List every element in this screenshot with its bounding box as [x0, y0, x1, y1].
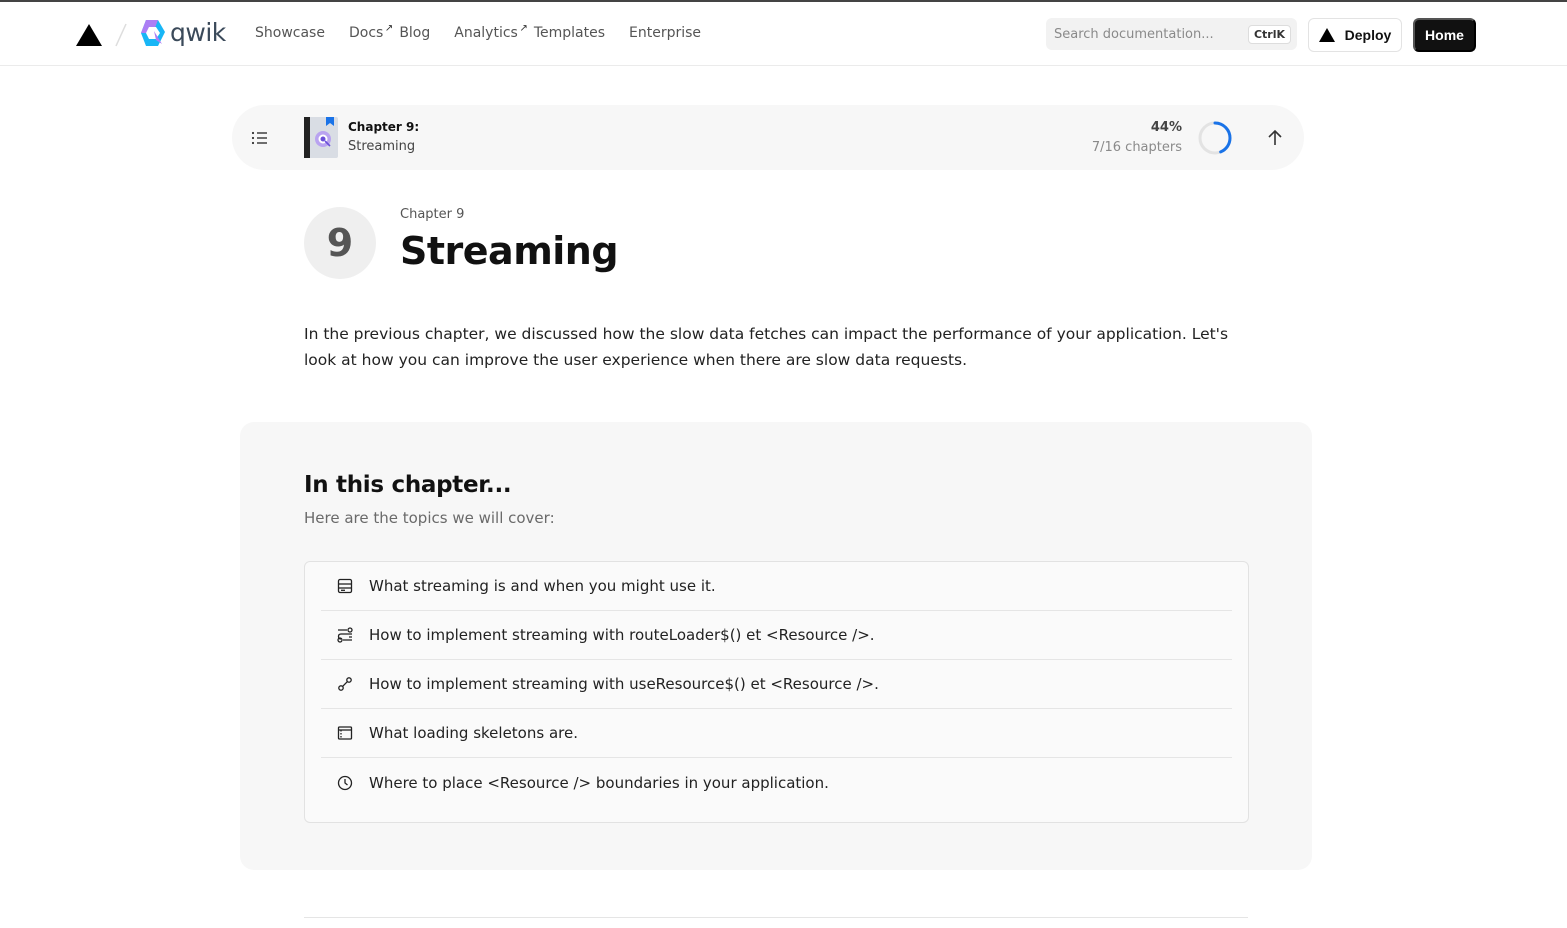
server-icon: [337, 578, 353, 594]
nav-label: Analytics: [454, 25, 518, 41]
route-icon: [337, 627, 353, 643]
external-link-icon: ↗: [519, 23, 528, 34]
nav-label: Docs: [348, 25, 384, 41]
clock-icon: [337, 775, 353, 790]
chapter-number: 9: [326, 221, 354, 265]
nav-label: Templates: [533, 25, 606, 41]
card-title: In this chapter...: [304, 472, 512, 498]
list-item: How to implement streaming with routeLoa…: [321, 611, 1232, 660]
deploy-label: Deploy: [1344, 27, 1392, 43]
list-item: What loading skeletons are.: [321, 709, 1232, 758]
nav-analytics[interactable]: Analytics ↗: [454, 22, 528, 44]
topics-list: What streaming is and when you might use…: [304, 561, 1249, 823]
topic-text: Where to place <Resource /> boundaries i…: [369, 773, 829, 792]
topic-text: What streaming is and when you might use…: [369, 577, 716, 595]
intro-paragraph: In the previous chapter, we discussed ho…: [304, 325, 1229, 369]
chapter-name: Streaming: [348, 139, 416, 154]
home-button[interactable]: Home: [1413, 18, 1476, 52]
vercel-triangle-icon: [1318, 28, 1335, 42]
chapter-label: Chapter 9:: [348, 120, 420, 134]
chapter-eyebrow: Chapter 9: [400, 207, 465, 222]
topic-text: How to implement streaming with useResou…: [369, 675, 879, 693]
progress-ring: [1198, 121, 1232, 155]
nav-showcase[interactable]: Showcase: [255, 22, 325, 44]
nav-label: Showcase: [255, 25, 325, 41]
divider: [304, 917, 1248, 918]
chapter-progress-bar: Chapter 9: Streaming 44% 7/16 chapters: [232, 105, 1304, 170]
course-book-icon: [304, 117, 338, 158]
list-item: Where to place <Resource /> boundaries i…: [321, 758, 1232, 807]
page-title: Streaming: [400, 229, 619, 273]
main-nav: Showcase Docs ↗ Blog Analytics ↗ Templates…: [255, 22, 725, 44]
topic-text: What loading skeletons are.: [369, 724, 578, 742]
list-item: What streaming is and when you might use…: [321, 562, 1232, 611]
qwik-logo-icon: [141, 19, 165, 46]
progress-percent: 44%: [1150, 120, 1182, 135]
deploy-button[interactable]: Deploy: [1308, 18, 1402, 52]
nav-templates[interactable]: Templates: [534, 22, 605, 44]
search-shortcut-badge: CtrlK: [1247, 25, 1291, 44]
search-input[interactable]: [1054, 24, 1244, 44]
nav-docs[interactable]: Docs ↗: [348, 22, 393, 44]
nav-label: Blog: [399, 25, 431, 41]
nav-enterprise[interactable]: Enterprise: [629, 22, 701, 44]
search-box[interactable]: CtrlK: [1046, 18, 1297, 50]
topic-text: How to implement streaming with routeLoa…: [369, 626, 875, 644]
scroll-to-top-icon[interactable]: [1265, 128, 1285, 148]
external-link-icon: ↗: [384, 23, 394, 34]
qwik-wordmark: qwik: [170, 18, 226, 47]
link-icon: [338, 677, 352, 691]
breadcrumb-slash: [115, 23, 127, 47]
site-header: qwik Showcase Docs ↗ Blog Analytics ↗ Temp…: [0, 2, 1567, 66]
nav-label: Enterprise: [629, 25, 702, 41]
nav-blog[interactable]: Blog: [399, 22, 430, 44]
list-item: How to implement streaming with useResou…: [321, 660, 1232, 709]
window-icon: [337, 726, 353, 740]
home-label: Home: [1425, 27, 1464, 43]
list-menu-icon[interactable]: [251, 129, 269, 147]
chapters-count: 7/16 chapters: [1091, 140, 1182, 155]
qwik-logo[interactable]: qwik: [140, 18, 226, 47]
vercel-logo-icon[interactable]: [76, 24, 102, 46]
card-subtitle: Here are the topics we will cover:: [304, 509, 555, 527]
in-this-chapter-card: In this chapter... Here are the topics w…: [240, 422, 1312, 870]
chapter-number-badge: 9: [304, 207, 376, 279]
